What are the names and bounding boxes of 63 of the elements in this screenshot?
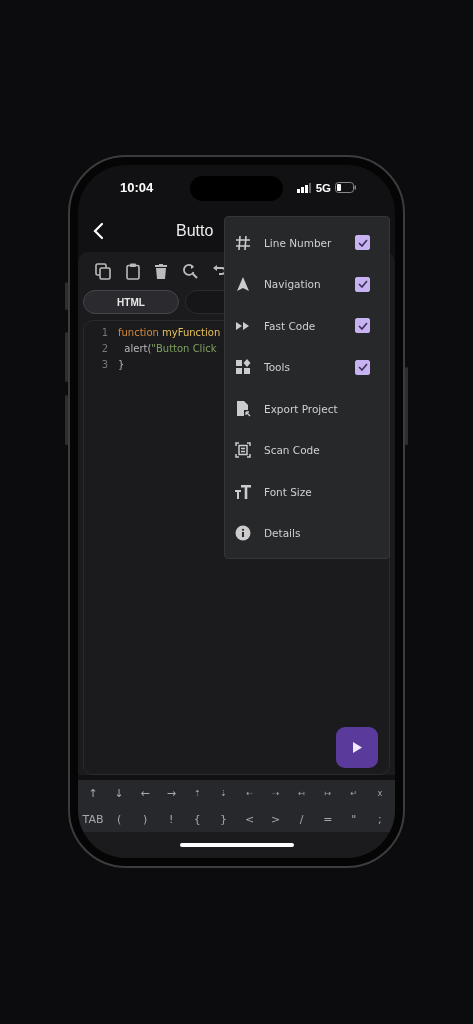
search-refresh-icon[interactable] bbox=[182, 263, 198, 279]
clipboard-icon[interactable] bbox=[126, 262, 140, 280]
keyboard-key[interactable]: < bbox=[244, 812, 255, 826]
battery-icon bbox=[335, 182, 357, 193]
keyboard-key[interactable]: ⇢ bbox=[272, 788, 279, 798]
signal-icon bbox=[296, 182, 312, 193]
navigation-arrow-icon bbox=[235, 276, 251, 293]
file-export-icon bbox=[235, 400, 251, 417]
keyboard-key[interactable]: ↦ bbox=[324, 788, 332, 798]
keyboard-key[interactable]: ↤ bbox=[298, 788, 306, 798]
keyboard-key[interactable]: → bbox=[166, 786, 176, 800]
checkbox[interactable] bbox=[355, 318, 370, 334]
font-size-icon bbox=[235, 483, 251, 500]
keyboard-key[interactable]: { bbox=[193, 812, 201, 826]
status-time: 10:04 bbox=[120, 180, 154, 195]
code-line: } bbox=[118, 358, 125, 370]
keyboard-key[interactable]: ! bbox=[169, 812, 174, 826]
keyboard-key[interactable]: ← bbox=[140, 786, 150, 800]
keyboard-key[interactable]: ( bbox=[116, 812, 122, 826]
menu-item[interactable]: Fast Code bbox=[264, 319, 355, 332]
copy-icon[interactable] bbox=[95, 262, 111, 280]
line-number: 2 bbox=[100, 342, 108, 354]
keyboard-key[interactable]: ⇣ bbox=[220, 788, 227, 798]
menu-item[interactable]: Scan Code bbox=[264, 444, 379, 457]
page-title: Butto bbox=[176, 222, 214, 240]
scan-icon bbox=[235, 442, 251, 459]
widgets-icon bbox=[235, 359, 251, 376]
keyboard-key[interactable]: } bbox=[219, 812, 227, 826]
keyboard-key[interactable]: TAB bbox=[82, 812, 104, 826]
keyboard-key[interactable]: ; bbox=[378, 812, 382, 826]
keyboard-key[interactable]: " bbox=[351, 812, 357, 826]
undo-icon[interactable] bbox=[213, 265, 225, 277]
menu-item[interactable]: Details bbox=[264, 527, 379, 540]
menu-item[interactable]: Export Project bbox=[264, 402, 379, 415]
line-number: 3 bbox=[100, 358, 108, 370]
code-line: function myFunction bbox=[118, 326, 221, 338]
menu-item[interactable]: Font Size bbox=[264, 485, 379, 498]
keyboard-key[interactable]: > bbox=[271, 812, 281, 826]
run-button[interactable] bbox=[336, 727, 378, 768]
menu-item[interactable]: Line Number bbox=[264, 236, 355, 249]
network-label: 5G bbox=[315, 181, 331, 194]
checkbox[interactable] bbox=[355, 359, 370, 375]
keyboard-key[interactable]: / bbox=[299, 812, 304, 826]
back-icon[interactable] bbox=[92, 222, 104, 240]
hash-icon bbox=[235, 234, 251, 251]
keyboard-key[interactable]: ↑ bbox=[88, 786, 98, 800]
checkbox[interactable] bbox=[355, 235, 370, 251]
line-number: 1 bbox=[100, 326, 108, 338]
menu-item[interactable]: Navigation bbox=[264, 278, 355, 291]
language-tab[interactable]: HTML bbox=[83, 290, 179, 314]
code-line: alert("Button Click bbox=[123, 342, 217, 354]
menu-item[interactable]: Tools bbox=[264, 361, 355, 374]
keyboard-key[interactable]: ⇠ bbox=[246, 788, 253, 798]
checkbox[interactable] bbox=[355, 276, 370, 292]
keyboard-key[interactable]: ↓ bbox=[114, 786, 124, 800]
info-icon bbox=[235, 525, 251, 542]
keyboard-key[interactable]: ⇡ bbox=[194, 788, 201, 798]
keyboard-key[interactable]: ) bbox=[143, 812, 148, 826]
keyboard-key[interactable]: ↵ bbox=[350, 788, 358, 798]
keyboard-key[interactable]: x bbox=[377, 788, 383, 798]
trash-icon[interactable] bbox=[155, 263, 167, 279]
play-icon bbox=[352, 742, 362, 753]
keyboard-key[interactable]: = bbox=[323, 812, 333, 826]
